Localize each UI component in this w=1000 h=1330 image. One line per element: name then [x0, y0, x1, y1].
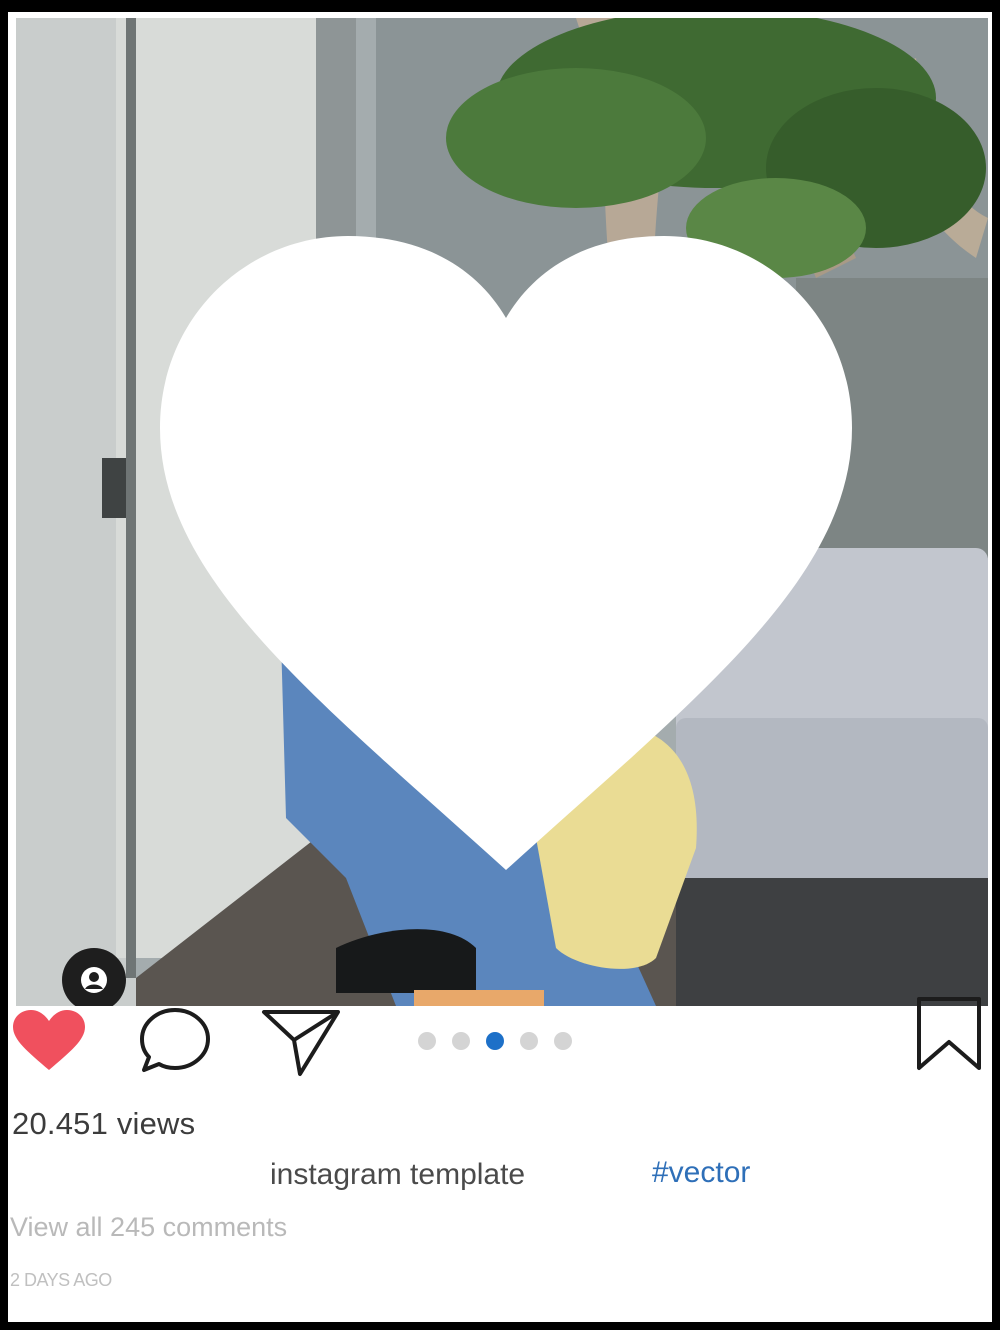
carousel-dot[interactable] [554, 1032, 572, 1050]
post-card: 20.451 views instagram template #vector … [8, 12, 992, 1322]
save-button[interactable] [916, 996, 982, 1072]
share-button[interactable] [260, 1006, 342, 1078]
person-icon [81, 967, 107, 993]
user-tag-button[interactable] [62, 948, 126, 1006]
carousel-indicator [418, 1032, 572, 1050]
views-count: 20.451 views [12, 1106, 196, 1141]
comment-button[interactable] [138, 1006, 212, 1076]
post-timestamp: 2 DAYS AGO [10, 1270, 112, 1290]
post-caption: instagram template [270, 1158, 526, 1191]
hashtag-link[interactable]: #vector [652, 1156, 750, 1190]
carousel-dot-active[interactable] [486, 1032, 504, 1050]
photo-scene [16, 18, 988, 1006]
heart-filled-icon [13, 1010, 85, 1070]
paper-plane-icon [262, 1010, 340, 1076]
carousel-dot[interactable] [452, 1032, 470, 1050]
speech-bubble-icon [140, 1008, 210, 1072]
carousel-dot[interactable] [520, 1032, 538, 1050]
post-photo[interactable] [16, 18, 988, 1006]
carousel-dot[interactable] [418, 1032, 436, 1050]
like-button[interactable] [10, 1008, 88, 1074]
view-comments-link[interactable]: View all 245 comments [10, 1212, 287, 1243]
bookmark-icon [917, 997, 981, 1070]
